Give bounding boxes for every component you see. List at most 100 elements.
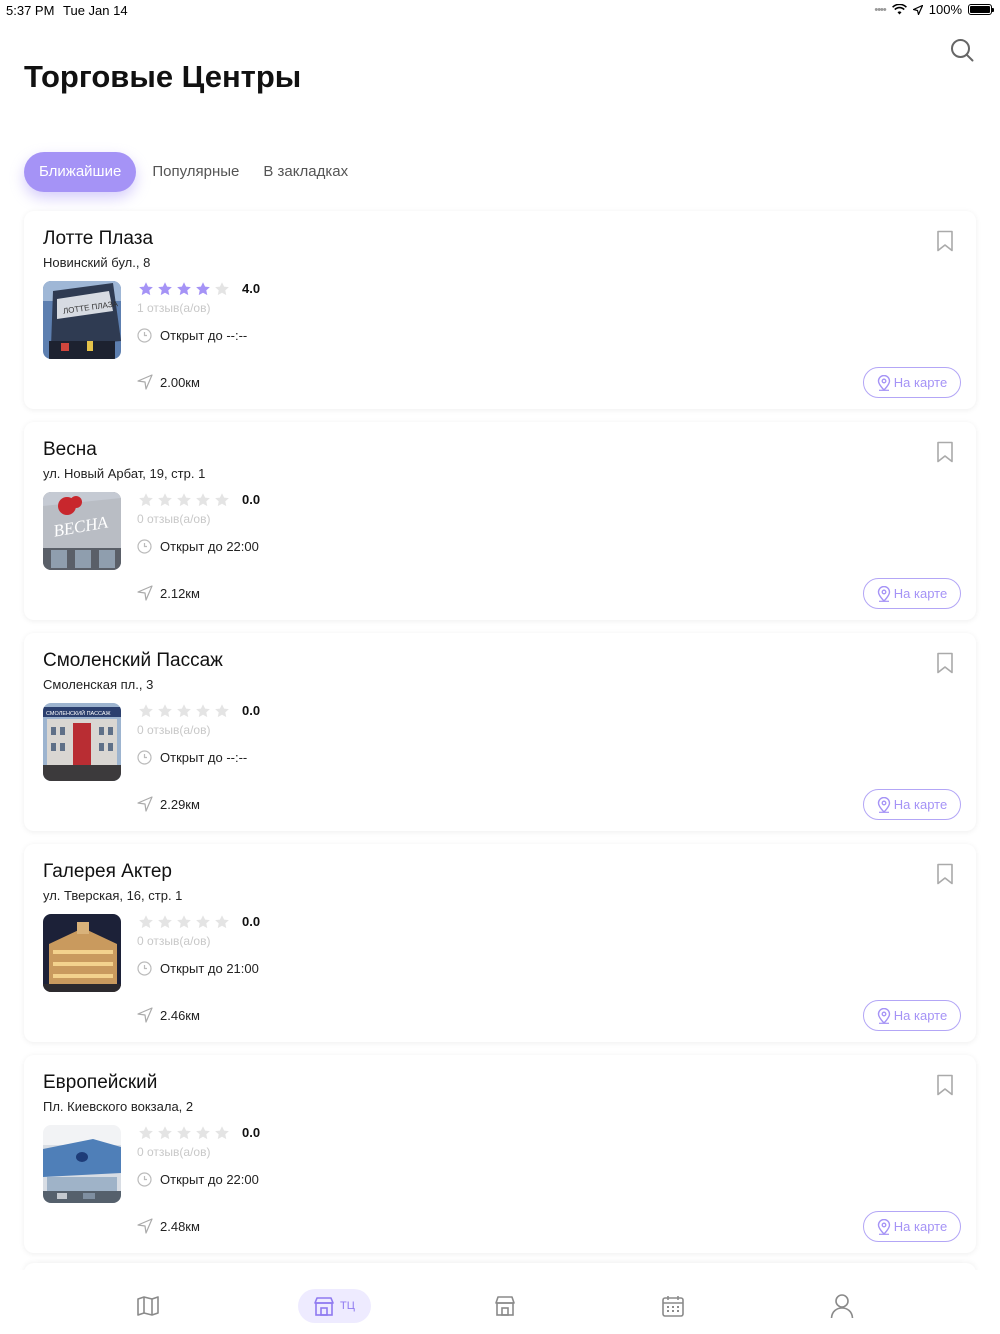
tabbar-malls-button[interactable]: ТЦ <box>298 1289 371 1323</box>
star-empty-icon <box>139 493 153 507</box>
mall-address: Пл. Киевского вокзала, 2 <box>43 1099 194 1114</box>
opening-hours: Открыт до --:-- <box>160 328 248 343</box>
rating-value: 4.0 <box>242 281 261 296</box>
star-empty-icon <box>215 282 229 296</box>
show-on-map-button[interactable]: На карте <box>863 1000 961 1031</box>
show-on-map-label: На карте <box>893 586 948 601</box>
rating-stars <box>138 1125 230 1141</box>
bottom-tab-bar: ТЦ <box>0 1270 1000 1334</box>
opening-hours: Открыт до 22:00 <box>160 1172 259 1187</box>
star-empty-icon <box>196 915 210 929</box>
star-empty-icon <box>139 1126 153 1140</box>
star-filled-icon <box>177 282 191 296</box>
star-empty-icon <box>177 493 191 507</box>
clock-icon <box>137 961 152 976</box>
mall-photo <box>43 914 121 992</box>
distance: 2.00км <box>160 375 200 390</box>
mall-card[interactable]: Весна ул. Новый Арбат, 19, стр. 1 ВЕСНА … <box>24 422 976 620</box>
show-on-map-label: На карте <box>893 1219 948 1234</box>
rating-value: 0.0 <box>242 1125 261 1140</box>
reviews-count: 0 отзыв(а/ов) <box>137 723 211 737</box>
search-button[interactable] <box>948 36 976 64</box>
show-on-map-label: На карте <box>893 797 948 812</box>
rating-stars <box>138 914 230 930</box>
opening-hours: Открыт до --:-- <box>160 750 248 765</box>
star-empty-icon <box>139 704 153 718</box>
opening-hours: Открыт до 21:00 <box>160 961 259 976</box>
navigation-arrow-icon <box>137 1007 153 1023</box>
navigation-arrow-icon <box>137 796 153 812</box>
star-empty-icon <box>196 1126 210 1140</box>
mall-address: ул. Тверская, 16, стр. 1 <box>43 888 183 903</box>
star-filled-icon <box>158 282 172 296</box>
clock-icon <box>137 328 152 343</box>
map-pin-icon <box>877 374 890 391</box>
mall-card[interactable]: Галерея Актер ул. Тверская, 16, стр. 1 0… <box>24 844 976 1042</box>
reviews-count: 1 отзыв(а/ов) <box>137 301 211 315</box>
star-empty-icon <box>158 915 172 929</box>
bookmark-button[interactable] <box>936 863 954 885</box>
mall-name: Весна <box>43 439 97 460</box>
bookmark-button[interactable] <box>936 230 954 252</box>
distance: 2.46км <box>160 1008 200 1023</box>
tab-nearest[interactable]: Ближайшие <box>24 152 137 192</box>
tabbar-stores-button[interactable] <box>492 1289 518 1323</box>
map-pin-icon <box>877 585 890 602</box>
map-pin-icon <box>877 1007 890 1024</box>
svg-text:СМОЛЕНСКИЙ ПАССАЖ: СМОЛЕНСКИЙ ПАССАЖ <box>46 709 111 717</box>
mall-card[interactable]: Лотте Плаза Новинский бул., 8 ЛОТТЕ ПЛАЗ… <box>24 211 976 409</box>
mall-name: Галерея Актер <box>43 861 172 882</box>
tabbar-events-button[interactable] <box>660 1289 686 1323</box>
tabbar-malls-label: ТЦ <box>340 1300 355 1312</box>
rating-value: 0.0 <box>242 703 261 718</box>
wifi-icon <box>891 4 907 15</box>
bookmark-button[interactable] <box>936 1074 954 1096</box>
star-empty-icon <box>177 704 191 718</box>
rating-value: 0.0 <box>242 492 261 507</box>
star-empty-icon <box>158 704 172 718</box>
tab-bookmarks[interactable]: В закладках <box>255 152 356 192</box>
battery-icon <box>968 4 994 15</box>
bookmark-button[interactable] <box>936 652 954 674</box>
show-on-map-button[interactable]: На карте <box>863 578 961 609</box>
reviews-count: 0 отзыв(а/ов) <box>137 934 211 948</box>
star-empty-icon <box>215 915 229 929</box>
distance: 2.12км <box>160 586 200 601</box>
search-icon <box>951 39 974 62</box>
show-on-map-button[interactable]: На карте <box>863 789 961 820</box>
clock-icon <box>137 1172 152 1187</box>
star-empty-icon <box>215 493 229 507</box>
show-on-map-label: На карте <box>893 375 948 390</box>
mall-photo: СМОЛЕНСКИЙ ПАССАЖ <box>43 703 121 781</box>
show-on-map-button[interactable]: На карте <box>863 1211 961 1242</box>
bookmark-icon <box>937 652 953 674</box>
bookmark-icon <box>937 1074 953 1096</box>
status-right: •••• 100% <box>874 2 994 17</box>
bookmark-button[interactable] <box>936 441 954 463</box>
clock-icon <box>137 750 152 765</box>
mall-card[interactable]: Смоленский Пассаж Смоленская пл., 3 СМОЛ… <box>24 633 976 831</box>
mall-name: Смоленский Пассаж <box>43 650 223 671</box>
page-title: Торговые Центры <box>24 59 302 94</box>
star-empty-icon <box>139 915 153 929</box>
tabbar-profile-button[interactable] <box>829 1289 855 1323</box>
mall-card[interactable]: Европейский Пл. Киевского вокзала, 2 0.0… <box>24 1055 976 1253</box>
tabbar-map-button[interactable] <box>135 1289 161 1323</box>
navigation-arrow-icon <box>137 1218 153 1234</box>
bookmark-icon <box>937 863 953 885</box>
navigation-arrow-icon <box>137 585 153 601</box>
status-bar: 5:37 PM Tue Jan 14 •••• 100% <box>0 0 1000 22</box>
star-empty-icon <box>215 704 229 718</box>
clock-icon <box>137 539 152 554</box>
mall-photo: ВЕСНА <box>43 492 121 570</box>
star-empty-icon <box>215 1126 229 1140</box>
calendar-icon <box>662 1296 684 1317</box>
tab-popular[interactable]: Популярные <box>144 152 247 192</box>
filter-tabs: Ближайшие Популярные В закладках <box>24 152 356 192</box>
map-icon <box>137 1296 159 1316</box>
mall-list: Лотте Плаза Новинский бул., 8 ЛОТТЕ ПЛАЗ… <box>24 211 976 1266</box>
rating-stars <box>138 492 230 508</box>
signal-dots-icon: •••• <box>874 3 886 16</box>
show-on-map-button[interactable]: На карте <box>863 367 961 398</box>
rating-stars <box>138 281 230 297</box>
